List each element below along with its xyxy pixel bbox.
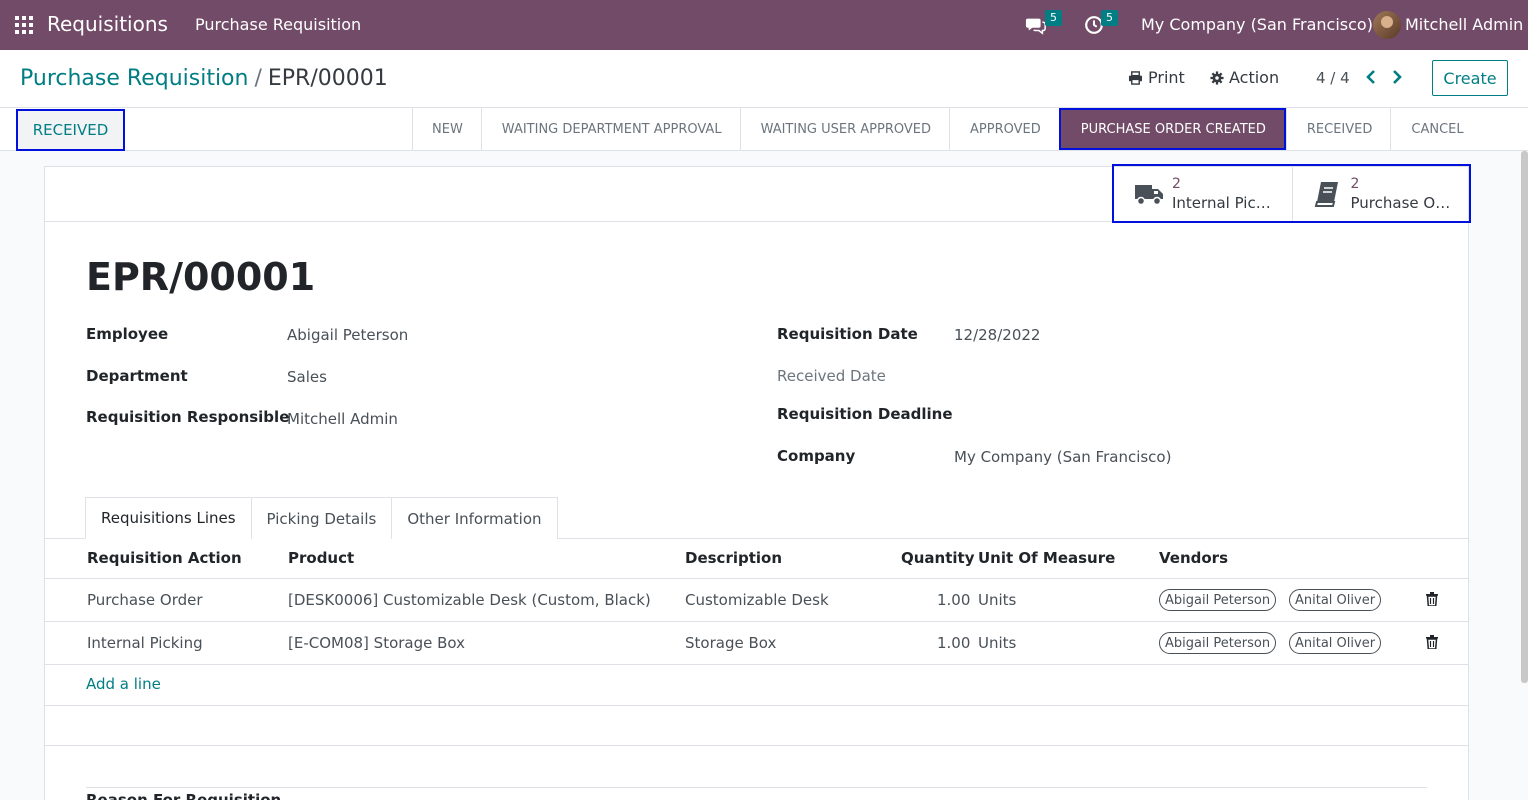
stage-waiting-user-approved[interactable]: WAITING USER APPROVED	[739, 108, 949, 150]
top-navbar: Requisitions Purchase Requisition 5 5 My…	[0, 0, 1528, 50]
column-vendors[interactable]: Vendors	[1159, 549, 1228, 567]
messages-icon[interactable]	[1025, 14, 1047, 36]
breadcrumb-separator: /	[254, 66, 262, 91]
activities-badge: 5	[1101, 10, 1118, 26]
stage-waiting-department-approval[interactable]: WAITING DEPARTMENT APPROVAL	[480, 108, 740, 150]
scrollbar[interactable]	[1521, 151, 1528, 683]
tab-requisitions-lines[interactable]: Requisitions Lines	[85, 497, 252, 539]
internal-picking-smart-button[interactable]: 2 Internal Pic…	[1114, 166, 1292, 221]
action-button[interactable]: Action	[1210, 68, 1279, 87]
cell-quantity: 1.00	[937, 591, 971, 609]
column-description[interactable]: Description	[685, 549, 782, 567]
print-button[interactable]: Print	[1128, 68, 1185, 87]
table-bottom-border	[45, 705, 1468, 706]
trash-icon[interactable]	[1426, 592, 1438, 606]
stage-new[interactable]: NEW	[412, 108, 481, 150]
purchase-order-smart-button[interactable]: 2 Purchase O…	[1291, 166, 1470, 221]
cell-quantity: 1.00	[937, 634, 971, 652]
vendor-tag[interactable]: Abigail Peterson	[1159, 632, 1277, 654]
cell-product: [DESK0006] Customizable Desk (Custom, Bl…	[288, 591, 651, 609]
requisition-date-field[interactable]: 12/28/2022	[954, 326, 1040, 344]
reason-divider	[86, 787, 1427, 788]
reason-for-requisition-label: Reason For Requisition	[86, 791, 282, 800]
smart-button-box: 2 Internal Pic… 2 Purchase O…	[45, 164, 1471, 223]
purchase-order-count: 2	[1350, 176, 1360, 192]
employee-field[interactable]: Abigail Peterson	[287, 326, 408, 344]
company-switcher[interactable]: My Company (San Francisco)	[1141, 15, 1373, 34]
book-icon	[1314, 182, 1338, 207]
record-title: EPR/00001	[86, 255, 316, 299]
responsible-field[interactable]: Mitchell Admin	[287, 410, 398, 428]
table-header: Requisition Action Product Description Q…	[45, 539, 1468, 579]
gear-icon	[1210, 70, 1224, 85]
table-row[interactable]: Internal Picking [E-COM08] Storage Box S…	[45, 622, 1468, 665]
section-divider	[45, 745, 1468, 746]
department-label: Department	[86, 367, 188, 385]
menu-purchase-requisition[interactable]: Purchase Requisition	[195, 15, 361, 34]
company-label: Company	[777, 447, 856, 465]
user-menu[interactable]: Mitchell Admin	[1405, 15, 1523, 34]
department-field[interactable]: Sales	[287, 368, 327, 386]
cell-product: [E-COM08] Storage Box	[288, 634, 466, 652]
tab-picking-details[interactable]: Picking Details	[250, 497, 393, 539]
column-product[interactable]: Product	[288, 549, 354, 567]
truck-icon	[1135, 185, 1163, 206]
received-button[interactable]: RECEIVED	[16, 109, 125, 151]
print-icon	[1128, 70, 1143, 85]
notebook-tabs: Requisitions Lines Picking Details Other…	[85, 497, 558, 539]
vendor-tag[interactable]: Abigail Peterson	[1159, 589, 1277, 611]
form-sheet: 2 Internal Pic… 2 Purchase O… EPR/00001 …	[44, 164, 1471, 800]
breadcrumb: Purchase Requisition / EPR/00001	[20, 66, 388, 91]
pager-previous-icon[interactable]	[1364, 68, 1378, 86]
table-row[interactable]: Purchase Order [DESK0006] Customizable D…	[45, 579, 1468, 622]
internal-picking-count: 2	[1172, 176, 1181, 192]
stage-approved[interactable]: APPROVED	[949, 108, 1059, 150]
cell-action: Internal Picking	[87, 634, 203, 652]
user-avatar[interactable]	[1373, 11, 1401, 39]
status-stages: NEW WAITING DEPARTMENT APPROVAL WAITING …	[412, 108, 1482, 150]
cell-action: Purchase Order	[87, 591, 203, 609]
employee-label: Employee	[86, 325, 169, 343]
internal-picking-label: Internal Pic…	[1172, 194, 1271, 212]
cell-uom: Units	[978, 591, 1017, 609]
tab-other-information[interactable]: Other Information	[391, 497, 558, 539]
pager-next-icon[interactable]	[1390, 68, 1404, 86]
column-unit-of-measure[interactable]: Unit Of Measure	[978, 549, 1115, 567]
status-bar: RECEIVED NEW WAITING DEPARTMENT APPROVAL…	[0, 108, 1528, 151]
column-quantity[interactable]: Quantity	[901, 549, 975, 567]
breadcrumb-current: EPR/00001	[267, 66, 388, 91]
apps-menu-icon[interactable]	[15, 16, 33, 34]
vendor-tag[interactable]: Anital Oliver	[1289, 589, 1382, 611]
requisition-deadline-label: Requisition Deadline	[777, 405, 953, 423]
messages-badge: 5	[1045, 10, 1062, 26]
breadcrumb-parent[interactable]: Purchase Requisition	[20, 66, 248, 91]
control-panel: Purchase Requisition / EPR/00001 Print Act…	[0, 50, 1528, 108]
responsible-label: Requisition Responsible	[86, 408, 290, 426]
trash-icon[interactable]	[1426, 635, 1438, 649]
stage-purchase-order-created[interactable]: PURCHASE ORDER CREATED	[1058, 108, 1286, 150]
company-field[interactable]: My Company (San Francisco)	[954, 448, 1171, 466]
cell-description: Customizable Desk	[685, 591, 829, 609]
stage-received[interactable]: RECEIVED	[1285, 108, 1391, 150]
pager-value[interactable]: 4 / 4	[1316, 69, 1350, 87]
purchase-order-label: Purchase O…	[1350, 194, 1451, 212]
action-label: Action	[1229, 68, 1280, 87]
stage-cancel[interactable]: CANCEL	[1390, 108, 1481, 150]
requisition-date-label: Requisition Date	[777, 325, 918, 343]
create-button[interactable]: Create	[1432, 60, 1508, 96]
column-requisition-action[interactable]: Requisition Action	[87, 549, 242, 567]
vendor-tag[interactable]: Anital Oliver	[1289, 632, 1382, 654]
add-line-link[interactable]: Add a line	[86, 675, 161, 693]
cell-description: Storage Box	[685, 634, 777, 652]
cell-uom: Units	[978, 634, 1017, 652]
smart-buttons-highlight: 2 Internal Pic… 2 Purchase O…	[1112, 164, 1471, 223]
app-name[interactable]: Requisitions	[47, 12, 168, 36]
received-date-label: Received Date	[777, 367, 886, 385]
print-label: Print	[1148, 68, 1185, 87]
